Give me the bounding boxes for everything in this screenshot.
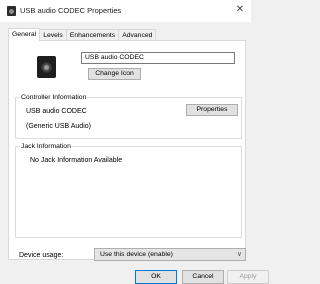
change-icon-button[interactable]: Change Icon <box>88 68 141 80</box>
speaker-icon <box>37 56 56 78</box>
jack-information-label: Jack Information <box>20 142 72 151</box>
window-title: USB audio CODEC Properties <box>20 6 122 15</box>
ok-button[interactable]: OK <box>135 270 177 284</box>
device-name-field[interactable]: USB audio CODEC <box>81 52 235 64</box>
controller-name: USB audio CODEC <box>26 108 87 115</box>
general-tab-panel: USB audio CODEC Change Icon Controller I… <box>8 40 246 261</box>
cancel-button[interactable]: Cancel <box>182 270 224 284</box>
device-usage-value: Use this device (enable) <box>100 251 173 258</box>
controller-driver: (Generic USB Audio) <box>26 123 91 130</box>
device-usage-label: Device usage: <box>19 252 64 259</box>
speaker-cone <box>41 62 52 73</box>
controller-information-label: Controller Information <box>20 93 88 102</box>
chevron-down-icon: ∨ <box>236 251 242 258</box>
properties-button[interactable]: Properties <box>186 104 238 116</box>
tab-general[interactable]: General <box>8 28 41 41</box>
speaker-app-icon <box>7 6 16 16</box>
apply-button[interactable]: Apply <box>227 270 269 284</box>
close-icon[interactable]: ✕ <box>233 3 247 17</box>
device-usage-select[interactable]: Use this device (enable) ∨ <box>94 248 246 261</box>
title-bar: USB audio CODEC Properties ✕ <box>0 0 251 22</box>
jack-status-text: No Jack Information Available <box>30 157 123 164</box>
